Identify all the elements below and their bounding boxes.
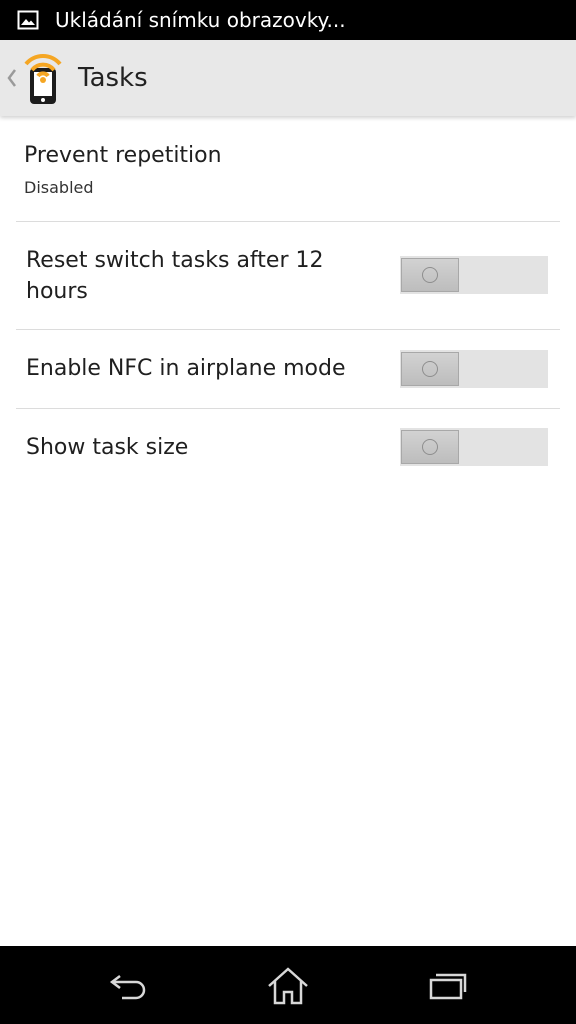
circle-icon [422, 439, 438, 455]
pref-title: Show task size [26, 435, 189, 460]
pref-prevent-repetition[interactable]: Prevent repetition Disabled [16, 118, 560, 222]
toggle-thumb [401, 352, 459, 386]
home-icon[interactable] [258, 960, 318, 1012]
pref-title: Prevent repetition [24, 143, 222, 168]
toggle-thumb [401, 430, 459, 464]
navigation-bar [0, 946, 576, 1024]
action-bar: Tasks [0, 40, 576, 116]
pref-summary: Disabled [24, 178, 94, 197]
enable-nfc-airplane-toggle[interactable] [400, 350, 548, 388]
notification-text: Ukládání snímku obrazovky... [55, 8, 346, 32]
circle-icon [422, 267, 438, 283]
pref-title: Reset switch tasks after 12 hours [26, 248, 324, 304]
chevron-left-icon[interactable] [4, 63, 20, 93]
back-icon[interactable] [98, 960, 158, 1012]
pref-reset-switch-tasks[interactable]: Reset switch tasks after 12 hours [16, 222, 560, 330]
pref-title: Enable NFC in airplane mode [26, 356, 346, 381]
recents-icon[interactable] [418, 960, 478, 1012]
status-bar: Ukládání snímku obrazovky... [0, 0, 576, 40]
pref-enable-nfc-airplane[interactable]: Enable NFC in airplane mode [16, 330, 560, 409]
image-icon [17, 9, 39, 31]
reset-switch-tasks-toggle[interactable] [400, 256, 548, 294]
nfc-phone-icon[interactable] [22, 48, 64, 108]
circle-icon [422, 361, 438, 377]
page-title: Tasks [78, 63, 148, 93]
pref-show-task-size[interactable]: Show task size [16, 409, 560, 487]
show-task-size-toggle[interactable] [400, 428, 548, 466]
toggle-thumb [401, 258, 459, 292]
